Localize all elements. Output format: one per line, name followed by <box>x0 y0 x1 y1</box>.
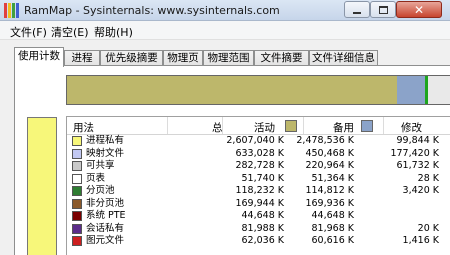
row-active: 169,936 K <box>305 197 354 209</box>
menu-empty[interactable]: 清空(E) <box>51 24 89 40</box>
window-title: RamMap - Sysinternals: www.sysinternals.… <box>24 4 280 17</box>
process-private-bar <box>27 117 57 255</box>
row-total: 633,028 K <box>235 147 284 159</box>
row-usage-name: 分页池 <box>86 185 115 196</box>
header-standby[interactable]: 备用 <box>333 120 354 135</box>
row-active: 220,964 K <box>305 160 354 171</box>
row-standby: 20 K <box>417 222 439 234</box>
row-total: 2,607,040 K <box>226 135 284 146</box>
memory-usage-bar <box>66 75 450 105</box>
close-button[interactable]: ✕ <box>396 1 442 18</box>
tab-processes[interactable]: 进程 <box>64 50 100 66</box>
table-row[interactable]: 非分页池 169,944 K 169,936 K <box>67 198 450 211</box>
tab-use-counts[interactable]: 使用计数 <box>14 47 64 67</box>
table-row[interactable]: 分页池 118,232 K 114,812 K 3,420 K <box>67 185 450 198</box>
table-row[interactable]: 会话私有 81,988 K 81,968 K 20 K <box>67 223 450 236</box>
row-active: 81,968 K <box>311 222 355 234</box>
row-total: 169,944 K <box>235 197 284 209</box>
use-counts-table: 用法 总 活动 备用 修改 进程私有 2,607,040 K 2,478,536 K… <box>66 116 450 255</box>
row-total: 51,740 K <box>241 172 285 184</box>
active-color-swatch <box>285 120 297 132</box>
usage-bar-segment <box>397 76 425 104</box>
row-standby: 61,732 K <box>396 160 440 171</box>
row-active: 114,812 K <box>305 185 354 196</box>
menu-file[interactable]: 文件(F) <box>10 24 47 40</box>
row-color-swatch <box>72 223 82 234</box>
table-row[interactable]: 系统 PTE 44,648 K 44,648 K <box>67 210 450 223</box>
header-modified[interactable]: 修改 <box>401 120 422 135</box>
row-color-swatch <box>72 173 82 184</box>
tab-file-details[interactable]: 文件详细信息 <box>309 50 378 66</box>
tab-physical-ranges[interactable]: 物理范围 <box>203 50 254 66</box>
row-color-swatch <box>72 161 82 171</box>
row-standby: 28 K <box>417 172 439 184</box>
row-usage-name: 非分页池 <box>86 197 125 209</box>
close-icon: ✕ <box>413 2 425 17</box>
row-total: 62,036 K <box>241 235 285 246</box>
usage-bar-segment <box>67 76 398 104</box>
row-usage-name: 可共享 <box>86 160 115 171</box>
row-active: 450,468 K <box>305 147 354 159</box>
row-total: 81,988 K <box>241 222 285 234</box>
row-total: 44,648 K <box>241 210 285 221</box>
row-usage-name: 图元文件 <box>86 235 125 246</box>
row-usage-name: 映射文件 <box>86 147 125 159</box>
row-standby: 1,416 K <box>402 235 439 246</box>
row-color-swatch <box>72 186 82 196</box>
table-header: 用法 总 活动 备用 修改 <box>67 117 450 135</box>
row-color-swatch <box>72 136 82 146</box>
row-color-swatch <box>72 236 82 246</box>
header-active[interactable]: 活动 <box>254 120 275 135</box>
row-total: 118,232 K <box>235 185 284 196</box>
menu-help[interactable]: 帮助(H) <box>94 24 133 40</box>
title-bar: RamMap - Sysinternals: www.sysinternals.… <box>0 0 450 21</box>
row-standby: 99,844 K <box>396 135 440 146</box>
maximize-button[interactable] <box>370 1 396 18</box>
tab-priority-summary[interactable]: 优先级摘要 <box>100 50 163 66</box>
menu-bar: 文件(F) 清空(E) 帮助(H) <box>0 21 450 40</box>
row-active: 60,616 K <box>311 235 355 246</box>
row-active: 2,478,536 K <box>296 135 354 146</box>
table-row[interactable]: 可共享 282,728 K 220,964 K 61,732 K <box>67 160 450 173</box>
row-active: 51,364 K <box>311 172 355 184</box>
row-active: 44,648 K <box>311 210 355 221</box>
table-row[interactable]: 图元文件 62,036 K 60,616 K 1,416 K <box>67 235 450 248</box>
row-usage-name: 进程私有 <box>86 135 125 146</box>
tab-physical-pages[interactable]: 物理页 <box>163 50 203 66</box>
tab-file-summary[interactable]: 文件摘要 <box>254 50 309 66</box>
standby-color-swatch <box>361 120 373 132</box>
header-usage[interactable]: 用法 <box>73 120 94 135</box>
row-color-swatch <box>72 211 82 221</box>
minimize-button[interactable] <box>344 1 370 18</box>
maximize-icon <box>378 5 388 14</box>
table-row[interactable]: 进程私有 2,607,040 K 2,478,536 K 99,844 K <box>67 135 450 148</box>
row-total: 282,728 K <box>235 160 284 171</box>
row-standby: 177,420 K <box>390 147 439 159</box>
row-usage-name: 页表 <box>86 172 106 184</box>
usage-bar-segment <box>427 76 450 104</box>
minimize-icon <box>353 11 361 14</box>
rammap-app-icon <box>4 3 20 18</box>
table-body: 进程私有 2,607,040 K 2,478,536 K 99,844 K 映射文件 63… <box>67 135 450 248</box>
table-row[interactable]: 页表 51,740 K 51,364 K 28 K <box>67 173 450 186</box>
row-usage-name: 系统 PTE <box>86 210 126 221</box>
header-total[interactable]: 总 <box>212 120 223 135</box>
row-standby: 3,420 K <box>402 185 439 196</box>
row-usage-name: 会话私有 <box>86 222 125 234</box>
row-color-swatch <box>72 198 82 209</box>
table-row[interactable]: 映射文件 633,028 K 450,468 K 177,420 K <box>67 148 450 161</box>
row-color-swatch <box>72 148 82 159</box>
